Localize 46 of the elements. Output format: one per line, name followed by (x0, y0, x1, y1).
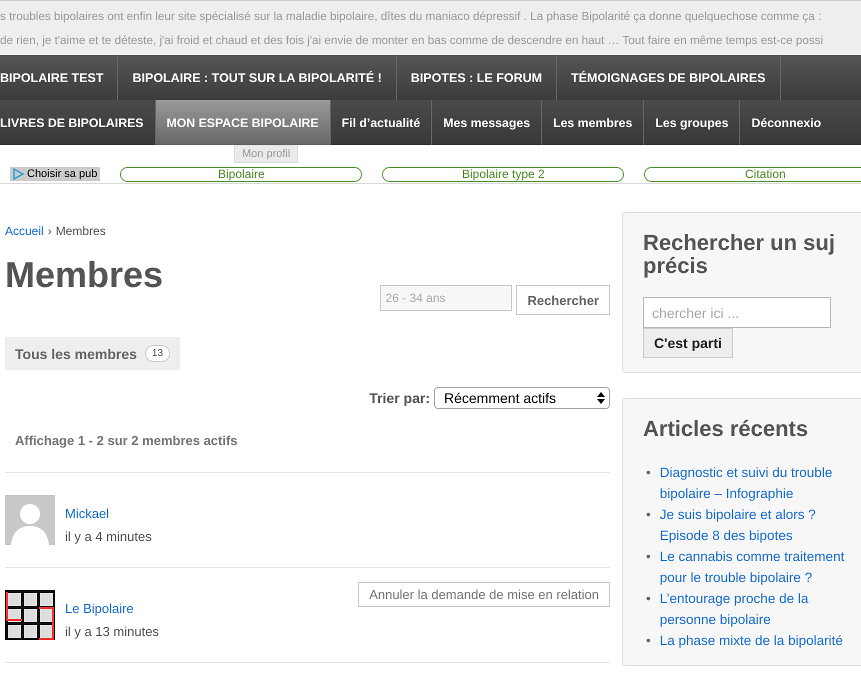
article-link[interactable]: Je suis bipolaire et alors ? Episode 8 des bipotes (660, 504, 856, 546)
sort-dropdown[interactable]: Récemment actifs (434, 387, 610, 409)
bullet: • (646, 548, 651, 566)
ad-link[interactable]: Bipolaire type 2 (382, 166, 624, 182)
bullet: • (646, 464, 651, 482)
article-link[interactable]: La phase mixte de la bipolarité (660, 630, 843, 651)
intro-text: de rien, je t'aime et te déteste, j'ai froid et chaud et des fois j'ai envie de monter en bas comme de descendre en haut … Tout faire en même temps est-ce possi (0, 33, 824, 49)
article-link[interactable]: Le cannabis comme traitement pour le trouble bipolaire ? (660, 546, 856, 588)
play-icon (13, 168, 24, 180)
cancel-request-button[interactable]: Annuler la demande de mise en relation (358, 582, 610, 607)
widget-title: Articles récents (643, 417, 810, 440)
last-active-text: il y a 4 minutes (65, 529, 152, 544)
search-button[interactable]: Rechercher (516, 285, 610, 315)
nav-item[interactable]: Les membres (542, 100, 644, 145)
sort-label: Trier par: (369, 390, 430, 406)
members-tab[interactable]: Tous les membres 13 (5, 337, 180, 370)
breadcrumb-separator: › (48, 224, 52, 238)
article-link[interactable]: Diagnostic et suivi du trouble bipolaire – Infographie (660, 462, 856, 504)
tab-label: Tous les membres (15, 346, 137, 362)
breadcrumb-current: Membres (56, 224, 106, 238)
pagination-info: Affichage 1 - 2 sur 2 membres actifs (15, 433, 239, 448)
member-name-link[interactable]: Mickael (65, 506, 152, 521)
nav-item[interactable]: Fil d’actualité (330, 100, 432, 145)
widget-title: Rechercher un suj précis (643, 231, 836, 277)
choose-ad-button[interactable]: Choisir sa pub (10, 167, 100, 181)
article-link[interactable]: L’entourage proche de la personne bipolaire (660, 588, 856, 630)
page-title: Membres (5, 255, 164, 295)
bullet: • (646, 590, 651, 608)
member-name-link[interactable]: Le Bipolaire (65, 601, 159, 616)
topic-search-field[interactable]: chercher ici ... (643, 297, 831, 328)
nav-item[interactable]: Mes messages (432, 100, 542, 145)
last-active-text: il y a 13 minutes (65, 624, 159, 639)
bullet: • (646, 632, 651, 650)
breadcrumb-link[interactable]: Accueil (5, 224, 44, 238)
intro-text: s troubles bipolaires ont enfin leur site spécialisé sur la maladie bipolaire, dîtes du maniaco dépressif . La phase Bipolarité ça donne quelquechose comme ça : (0, 9, 822, 25)
avatar-silhouette (5, 495, 55, 545)
ad-link[interactable]: Citation (644, 166, 861, 182)
count-badge: 13 (144, 345, 170, 362)
bullet: • (646, 506, 651, 524)
nav-item[interactable]: Les groupes (644, 100, 740, 145)
dropdown-arrows-icon (597, 391, 605, 405)
avatar-tile-drawing (5, 590, 55, 640)
submit-button[interactable]: C'est parti (643, 328, 733, 358)
nav-item[interactable]: MON ESPACE BIPOLAIRE (156, 100, 331, 145)
ad-link[interactable]: Bipolaire (120, 166, 362, 182)
nav-item[interactable]: Déconnexio (740, 100, 832, 145)
